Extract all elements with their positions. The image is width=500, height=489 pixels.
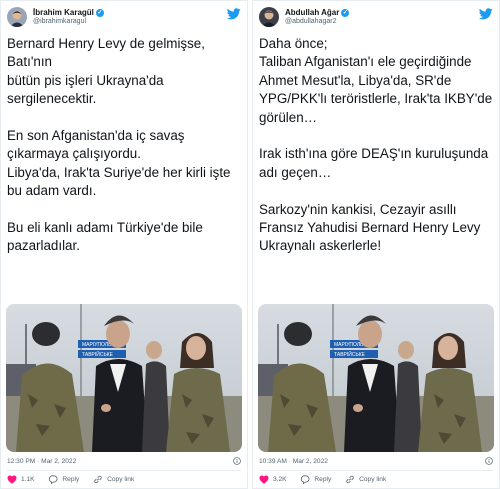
- copy-link-label: Copy link: [107, 476, 135, 483]
- divider: [259, 470, 493, 471]
- tweet-text-line: bütün pis işleri Ukrayna'da: [7, 72, 164, 88]
- tweet-header: İbrahim Karagül ✓ @ibrahimkaragul: [7, 7, 241, 29]
- tweet-text-line: Bernard Henry Levy de gelmişse,: [7, 36, 205, 51]
- sign-label: МАРІУПОЛЬ: [334, 342, 364, 348]
- like-button[interactable]: 1.1K: [7, 475, 35, 484]
- reply-button[interactable]: Reply: [300, 475, 331, 484]
- like-count: 3.2K: [273, 476, 287, 483]
- tweet-text-line: pazarladılar.: [7, 238, 80, 254]
- tweet-text-line: Ahmet Mesut'la, Libya'da, SR'de: [259, 72, 452, 88]
- tweet-actions: 3.2K Reply Copy link: [259, 475, 398, 487]
- verified-badge-icon: ✓: [341, 8, 350, 17]
- avatar[interactable]: [7, 7, 27, 27]
- author-name[interactable]: Abdullah Ağar ✓: [285, 8, 350, 17]
- like-button[interactable]: 3.2K: [259, 475, 287, 484]
- tweet-text-line: Bu eli kanlı adamı Türkiye'de bile: [7, 219, 203, 235]
- tweet-timestamp[interactable]: 10:39 AM · Mar 2, 2022: [259, 458, 328, 465]
- tweet-text-line: görülen…: [259, 109, 318, 125]
- tweet-photo[interactable]: МАРІУПОЛЬ ТАВРІЙСЬКЕ: [6, 304, 242, 452]
- author-name[interactable]: İbrahim Karagül ✓: [33, 8, 104, 17]
- divider: [7, 470, 241, 471]
- tweet-text: Daha önce; Taliban Afganistan'ı ele geçi…: [259, 35, 493, 256]
- reply-label: Reply: [62, 476, 80, 483]
- heart-icon: [259, 475, 269, 484]
- tweet-text-line: YPG/PKK'lı teröristlerle, Irak'ta IKBY'd…: [259, 91, 493, 107]
- tweet-header: Abdullah Ağar ✓ @abdullahagar2: [259, 7, 493, 29]
- tweet-text-line: [259, 182, 493, 200]
- tweet-text-line: çıkarmaya çalışıyordu.: [7, 146, 141, 162]
- tweet-text-line: Fransız Yahudisi Bernard Henry Levy: [259, 219, 481, 235]
- author-handle[interactable]: @ibrahimkaragul: [33, 18, 86, 25]
- reply-label: Reply: [314, 476, 332, 483]
- tweet-actions: 1.1K Reply Copy link: [7, 475, 146, 487]
- copy-link-label: Copy link: [359, 476, 387, 483]
- copy-link-button[interactable]: Copy link: [93, 475, 134, 484]
- tweet-text-line: sergilenecektir.: [7, 91, 97, 107]
- tweet-text-line: Taliban Afganistan'ı ele geçirdiğinde: [259, 54, 472, 70]
- sign-label: ТАВРІЙСЬКЕ: [82, 350, 114, 358]
- tweet-text-line: Batı'nın: [7, 54, 52, 70]
- tweet-text-line: Daha önce;: [259, 36, 328, 51]
- author-handle[interactable]: @abdullahagar2: [285, 18, 336, 25]
- tweet-text-line: En son Afganistan'da iç savaş: [7, 127, 185, 143]
- tweet-text-line: [7, 109, 241, 127]
- tweet-text-line: adı geçen…: [259, 164, 332, 180]
- like-count: 1.1K: [21, 476, 35, 483]
- heart-icon: [7, 475, 17, 484]
- tweet-text-line: Ukraynalı askerlerle!: [259, 238, 382, 254]
- tweet-text-line: [7, 201, 241, 219]
- reply-icon: [301, 475, 310, 484]
- link-icon: [94, 475, 102, 484]
- reply-button[interactable]: Reply: [48, 475, 79, 484]
- tweet-card[interactable]: Abdullah Ağar ✓ @abdullahagar2 Daha önce;…: [252, 0, 500, 489]
- link-icon: [346, 475, 354, 484]
- twitter-bird-icon[interactable]: [479, 8, 493, 20]
- tweet-text-line: bu adam vardı.: [7, 183, 97, 199]
- tweet-photo[interactable]: МАРІУПОЛЬ ТАВРІЙСЬКЕ: [258, 304, 494, 452]
- tweet-card[interactable]: İbrahim Karagül ✓ @ibrahimkaragul Bernard…: [0, 0, 248, 489]
- tweet-text-line: Sarkozy'nin kankisi, Cezayir asıllı: [259, 201, 457, 217]
- copy-link-button[interactable]: Copy link: [345, 475, 386, 484]
- tweet-text-line: [259, 127, 493, 145]
- sign-label: ТАВРІЙСЬКЕ: [334, 350, 366, 358]
- reply-icon: [49, 475, 58, 484]
- tweet-text-line: Irak isth'ına göre DEAŞ'ın kuruluşunda: [259, 146, 489, 162]
- verified-badge-icon: ✓: [95, 8, 104, 17]
- sign-label: МАРІУПОЛЬ: [82, 342, 112, 348]
- tweet-text: Bernard Henry Levy de gelmişse, Batı'nın…: [7, 35, 241, 256]
- author-name-text: İbrahim Karagül: [33, 8, 94, 17]
- author-name-text: Abdullah Ağar: [285, 8, 340, 17]
- info-icon[interactable]: [233, 457, 241, 465]
- tweet-timestamp[interactable]: 12:30 PM · Mar 2, 2022: [7, 458, 76, 465]
- twitter-bird-icon[interactable]: [227, 8, 241, 20]
- avatar[interactable]: [259, 7, 279, 27]
- info-icon[interactable]: [485, 457, 493, 465]
- tweet-text-line: Libya'da, Irak'ta Suriye'de her kirli iş…: [7, 164, 231, 180]
